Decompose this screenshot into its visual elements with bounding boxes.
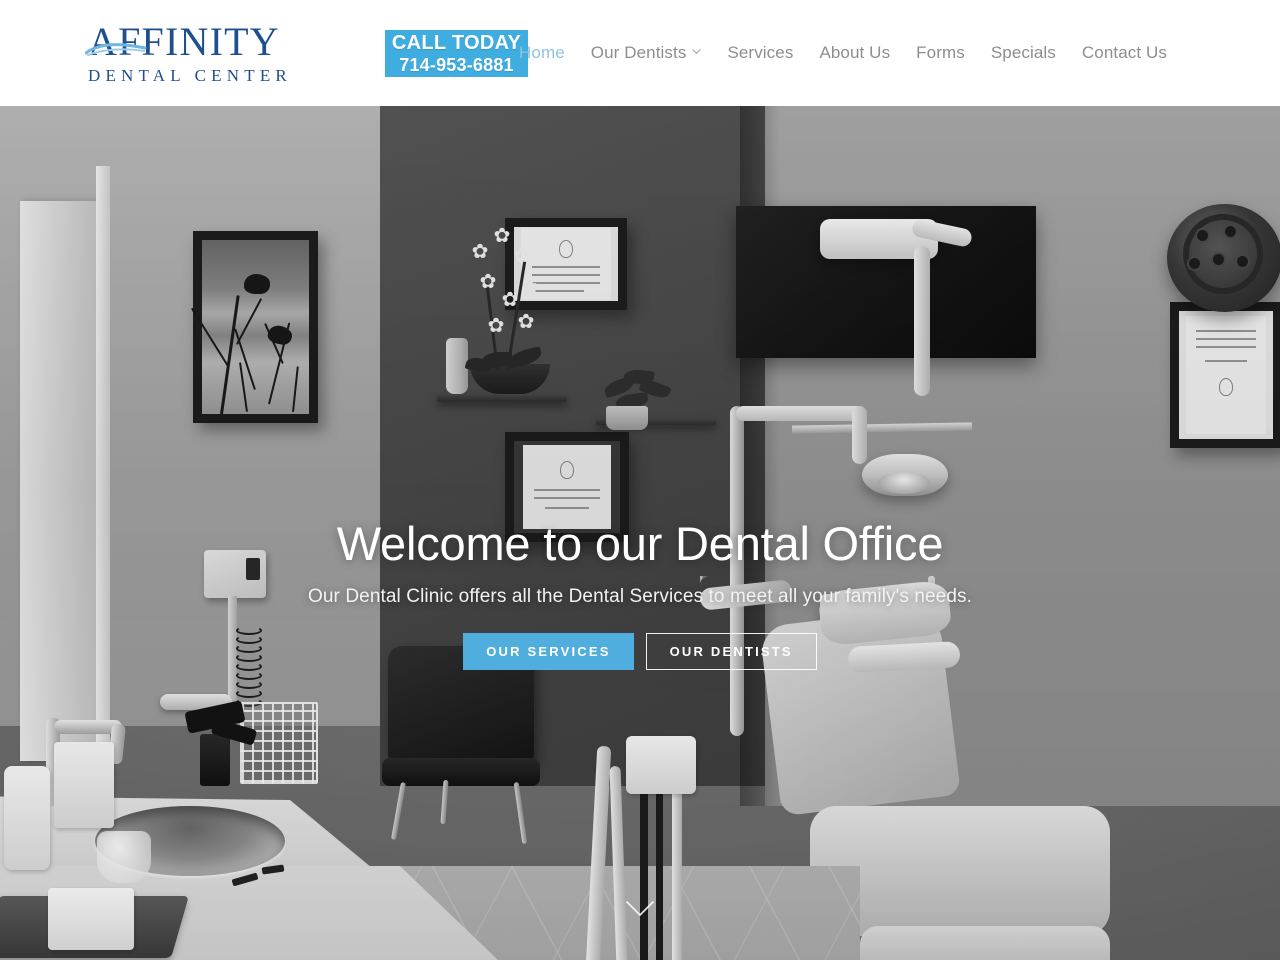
scroll-down-chevron-icon[interactable] [625,900,655,918]
nav-label-about-us: About Us [819,43,891,62]
main-navigation: Home Our Dentists Services About Us Form… [506,0,1180,106]
logo-word-text: AFFINITY [88,19,280,64]
nav-item-contact-us[interactable]: Contact Us [1069,0,1180,106]
our-services-button[interactable]: OUR SERVICES [463,633,634,671]
hero-content: Welcome to our Dental Office Our Dental … [0,106,1280,960]
hero-cta-group: OUR SERVICES OUR DENTISTS [463,633,817,671]
our-dentists-button[interactable]: OUR DENTISTS [645,633,817,671]
chevron-down-icon [692,47,702,56]
logo-wordmark: AFFINITY [85,19,328,64]
nav-label-specials: Specials [990,43,1056,62]
nav-label-forms: Forms [916,43,965,62]
nav-item-services[interactable]: Services [714,0,806,106]
nav-item-specials[interactable]: Specials [978,0,1069,106]
phone-number: 714-953-6881 [399,55,514,75]
nav-item-forms[interactable]: Forms [903,0,978,106]
nav-label-our-dentists: Our Dentists [590,43,687,62]
nav-label-home: Home [519,43,565,62]
nav-label-contact-us: Contact Us [1081,43,1167,62]
nav-item-about-us[interactable]: About Us [806,0,903,106]
hero-section: ✿ ✿ ✿ ✿ ✿ ✿ ✿ ✿ Welcome to our Dental Of… [0,106,1280,960]
nav-item-home[interactable]: Home [506,0,578,106]
nav-item-our-dentists[interactable]: Our Dentists [578,0,715,106]
logo-tagline: DENTAL CENTER [88,66,292,85]
site-header: AFFINITY DENTAL CENTER CALL TODAY 714-95… [0,0,1280,106]
hero-title: Welcome to our Dental Office [336,517,944,570]
nav-label-services: Services [727,43,794,62]
call-today-label: CALL TODAY [391,32,522,54]
site-logo[interactable]: AFFINITY DENTAL CENTER [85,19,328,85]
hero-subtitle: Our Dental Clinic offers all the Dental … [308,586,972,608]
